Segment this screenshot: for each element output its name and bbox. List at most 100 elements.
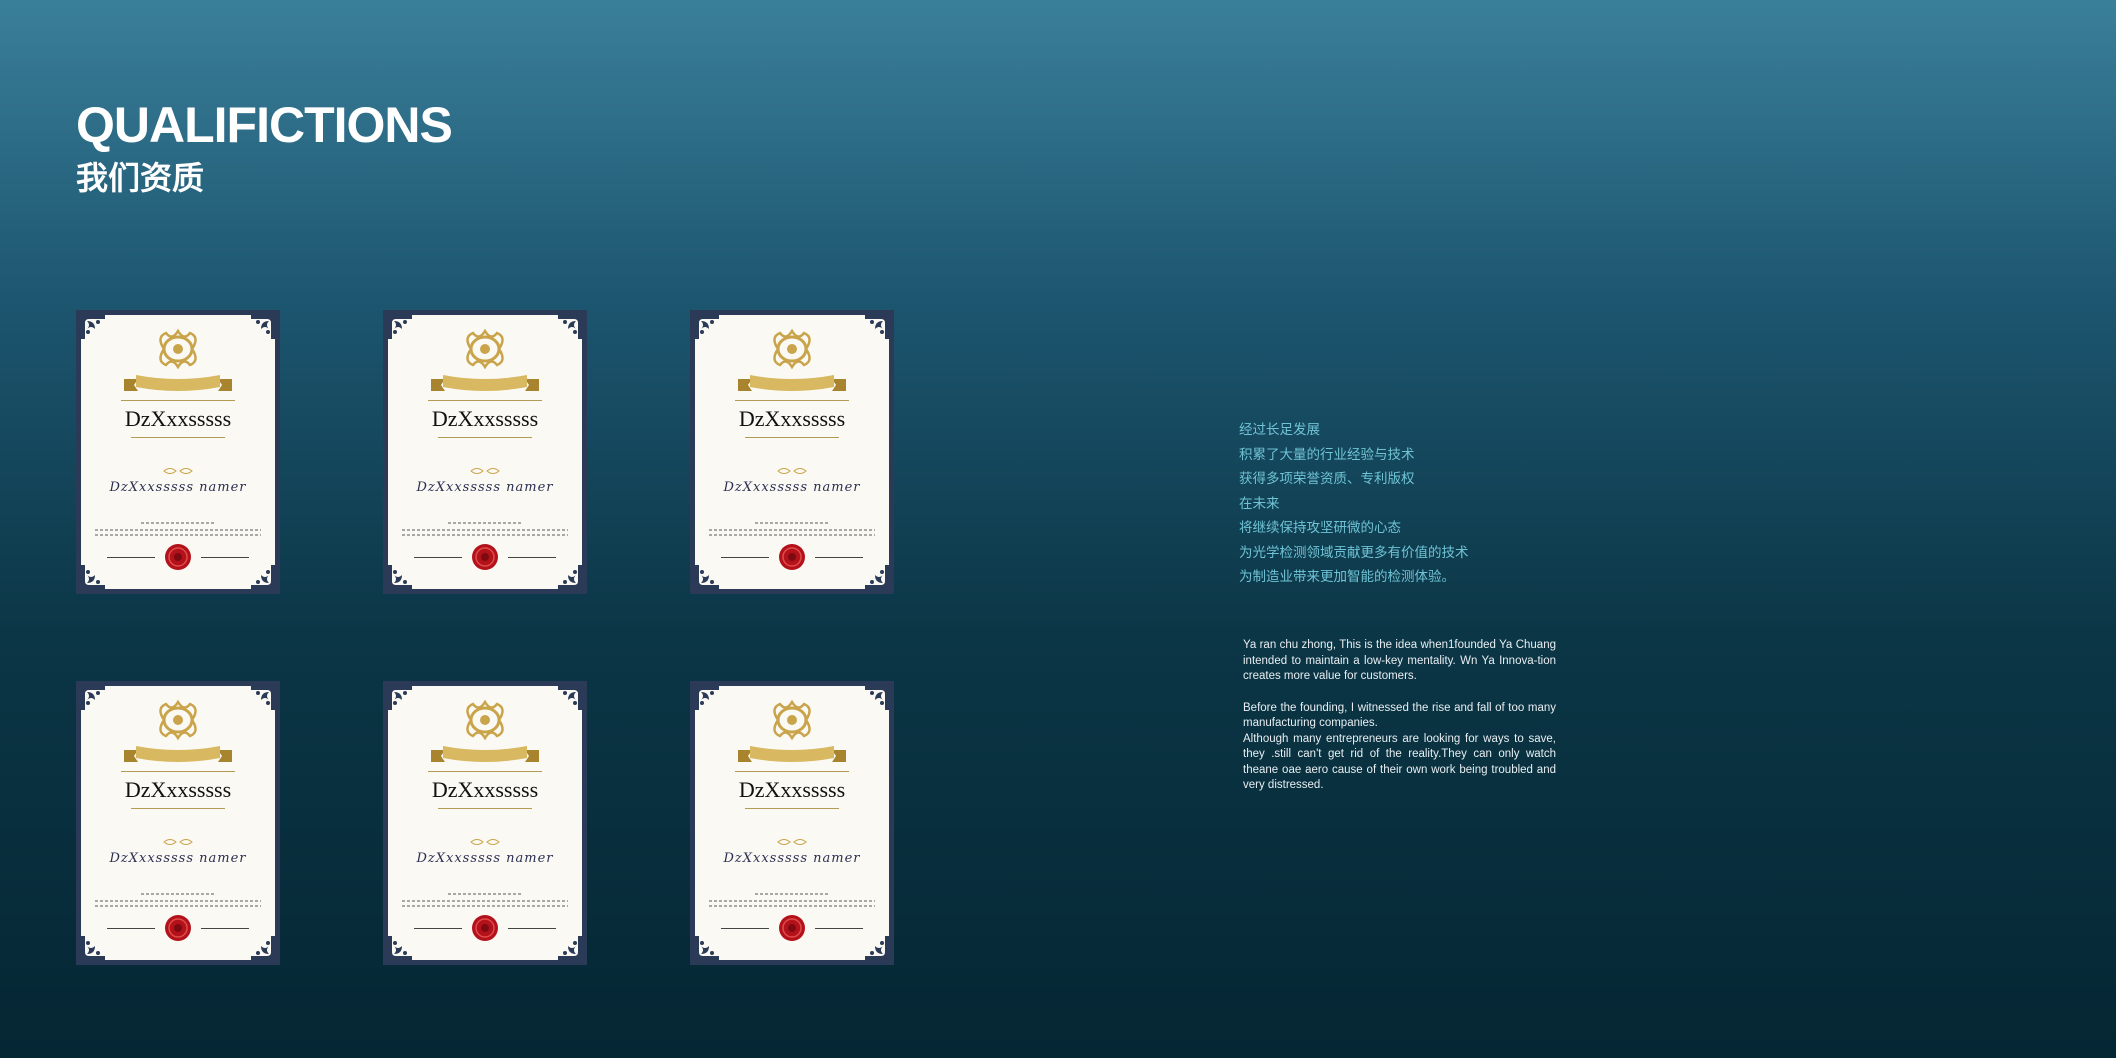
gold-ribbon-icon [124, 744, 232, 764]
fine-print [448, 522, 522, 524]
divider [745, 808, 839, 809]
fine-print [402, 900, 568, 902]
divider [428, 400, 542, 401]
wax-seal-icon [778, 914, 806, 942]
divider [438, 437, 532, 438]
divider [428, 771, 542, 772]
signature-line [414, 928, 462, 929]
page-title-cn: 我们资质 [76, 159, 205, 197]
wax-seal-icon [778, 543, 806, 571]
certificate-paper: DzXxxsssss DzXxxsssss namer [388, 686, 582, 960]
signature-line [201, 928, 249, 929]
flourish-icon [162, 834, 194, 845]
certificate-paper: DzXxxsssss DzXxxsssss namer [695, 686, 889, 960]
ornament-corner-icon [695, 686, 719, 710]
gold-emblem-icon [768, 698, 816, 742]
certificate-card: DzXxxsssss DzXxxsssss namer [690, 681, 894, 965]
gold-emblem-icon [768, 327, 816, 371]
ornament-corner-icon [81, 315, 105, 339]
wax-seal-icon [164, 914, 192, 942]
intro-cn-line: 将继续保持攻坚研微的心态 [1239, 520, 1401, 536]
ornament-corner-icon [865, 565, 889, 589]
signature-line [414, 557, 462, 558]
certificate-script-name: DzXxxsssss namer [723, 851, 861, 866]
fine-print [709, 534, 875, 536]
divider [745, 437, 839, 438]
fine-print [709, 900, 875, 902]
intro-en-block: Ya ran chu zhong, This is the idea when1… [1243, 638, 1556, 794]
certificate-script-name: DzXxxsssss namer [109, 851, 247, 866]
certificate-name: DzXxxsssss [738, 777, 846, 802]
gold-emblem-icon [154, 327, 202, 371]
gold-ribbon-icon [431, 744, 539, 764]
fine-print [755, 522, 829, 524]
certificate-script-name: DzXxxsssss namer [416, 480, 554, 495]
signature-line [107, 557, 155, 558]
intro-cn-line: 在未来 [1239, 495, 1280, 512]
divider [735, 771, 849, 772]
fine-print [709, 529, 875, 531]
intro-cn-line: 积累了大量的行业经验与技术 [1239, 446, 1415, 463]
page-title-en: QUALIFICTIONS [76, 97, 453, 153]
certificate-name: DzXxxsssss [124, 777, 232, 802]
certificate-card: DzXxxsssss DzXxxsssss namer [76, 681, 280, 965]
ornament-corner-icon [558, 565, 582, 589]
divider [438, 808, 532, 809]
flourish-icon [469, 463, 501, 474]
flourish-icon [162, 463, 194, 474]
ornament-corner-icon [558, 936, 582, 960]
intro-cn-block: 经过长足发展 积累了大量的行业经验与技术 获得多项荣誉资质、专利版权 在未来 将… [1239, 418, 1469, 590]
gold-emblem-icon [154, 698, 202, 742]
fine-print [448, 893, 522, 895]
wax-seal-icon [164, 543, 192, 571]
ornament-corner-icon [558, 686, 582, 710]
intro-en-paragraph: Before the founding, I witnessed the ris… [1243, 701, 1556, 730]
ornament-corner-icon [251, 686, 275, 710]
certificate-paper: DzXxxsssss DzXxxsssss namer [81, 315, 275, 589]
divider [131, 437, 225, 438]
intro-cn-line: 经过长足发展 [1239, 422, 1320, 438]
certificate-name: DzXxxsssss [431, 406, 539, 431]
ornament-corner-icon [695, 565, 719, 589]
signature-line [201, 557, 249, 558]
gold-ribbon-icon [431, 373, 539, 393]
fine-print [402, 529, 568, 531]
certificate-paper: DzXxxsssss DzXxxsssss namer [695, 315, 889, 589]
certificate-card: DzXxxsssss DzXxxsssss namer [690, 310, 894, 594]
gold-ribbon-icon [738, 744, 846, 764]
signature-line [815, 557, 863, 558]
ornament-corner-icon [251, 936, 275, 960]
signature-line [721, 928, 769, 929]
intro-cn-line: 为光学检测领域贡献更多有价值的技术 [1239, 544, 1469, 561]
fine-print [95, 905, 261, 907]
certificate-paper: DzXxxsssss DzXxxsssss namer [81, 686, 275, 960]
divider [131, 808, 225, 809]
certificate-script-name: DzXxxsssss namer [723, 480, 861, 495]
fine-print [755, 893, 829, 895]
signature-line [508, 928, 556, 929]
fine-print [95, 529, 261, 531]
certificate-name: DzXxxsssss [738, 406, 846, 431]
fine-print [402, 905, 568, 907]
gold-ribbon-icon [738, 373, 846, 393]
signature-line [721, 557, 769, 558]
gold-emblem-icon [461, 698, 509, 742]
certificate-name: DzXxxsssss [124, 406, 232, 431]
ornament-corner-icon [251, 315, 275, 339]
fine-print [141, 522, 215, 524]
certificate-card: DzXxxsssss DzXxxsssss namer [76, 310, 280, 594]
ornament-corner-icon [81, 936, 105, 960]
ornament-corner-icon [388, 936, 412, 960]
intro-en-paragraph: Although many entrepreneurs are looking … [1243, 732, 1556, 792]
ornament-corner-icon [865, 315, 889, 339]
fine-print [709, 905, 875, 907]
ornament-corner-icon [558, 315, 582, 339]
ornament-corner-icon [695, 315, 719, 339]
ornament-corner-icon [251, 565, 275, 589]
certificate-paper: DzXxxsssss DzXxxsssss namer [388, 315, 582, 589]
ornament-corner-icon [388, 686, 412, 710]
flourish-icon [469, 834, 501, 845]
flourish-icon [776, 463, 808, 474]
certificate-script-name: DzXxxsssss namer [416, 851, 554, 866]
ornament-corner-icon [865, 686, 889, 710]
